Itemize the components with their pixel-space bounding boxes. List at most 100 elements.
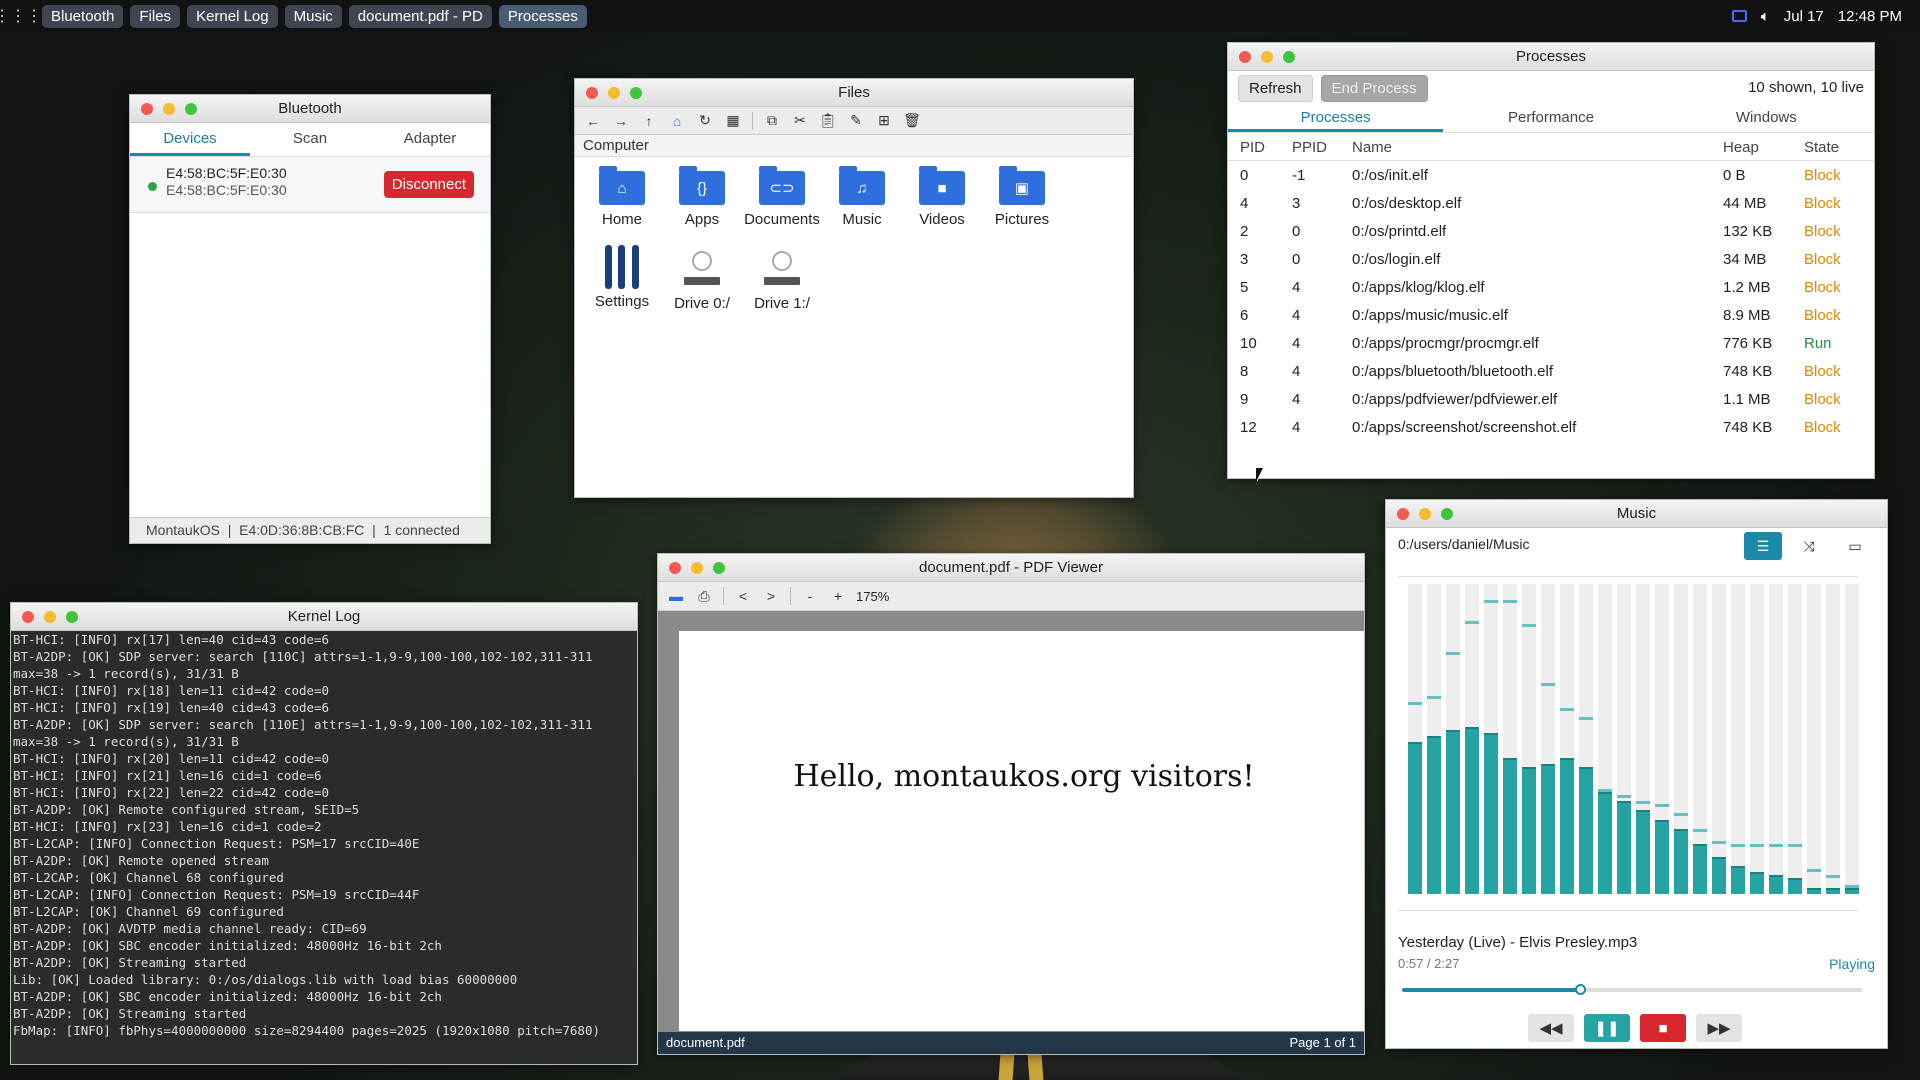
maximize-button[interactable]	[66, 611, 78, 623]
taskbar-music[interactable]: Music	[284, 4, 342, 28]
spectrum-bar	[1427, 584, 1441, 894]
refresh-icon[interactable]: ↻	[693, 110, 717, 132]
new-folder-icon[interactable]: ⊞	[872, 110, 896, 132]
prev-page-button[interactable]: <	[731, 585, 755, 607]
table-row[interactable]: 6 4 0:/apps/music/music.elf 8.9 MB Block	[1228, 301, 1874, 329]
seek-bar[interactable]	[1402, 984, 1862, 995]
close-button[interactable]	[22, 611, 34, 623]
table-row[interactable]: 10 4 0:/apps/procmgr/procmgr.elf 776 KB Run	[1228, 329, 1874, 357]
zoom-out-button[interactable]: -	[798, 585, 822, 607]
refresh-button[interactable]: Refresh	[1238, 74, 1313, 102]
device-row[interactable]: E4:58:BC:5F:E0:30 E4:58:BC:5F:E0:30 Disc…	[130, 157, 490, 213]
taskbar-processes[interactable]: Processes	[498, 4, 587, 28]
col-state[interactable]: State	[1804, 139, 1839, 156]
table-row[interactable]: 0 -1 0:/os/init.elf 0 B Block	[1228, 161, 1874, 189]
table-row[interactable]: 9 4 0:/apps/pdfviewer/pdfviewer.elf 1.1 MB B…	[1228, 385, 1874, 413]
file-item-music[interactable]: ♫ Music	[822, 166, 902, 228]
titlebar[interactable]: Bluetooth	[130, 95, 490, 123]
file-item-home[interactable]: ⌂ Home	[582, 166, 662, 228]
shuffle-icon[interactable]: ⤨	[1790, 532, 1828, 560]
col-ppid[interactable]: PPID	[1292, 139, 1327, 156]
zoom-level: 175%	[856, 588, 890, 604]
equalizer-icon[interactable]: ☰	[1744, 532, 1782, 560]
file-item-drive0[interactable]: Drive 0:/	[662, 249, 742, 312]
zoom-in-button[interactable]: +	[826, 585, 850, 607]
grid-view-icon[interactable]: ▦	[721, 110, 745, 132]
forward-icon[interactable]: →	[609, 110, 633, 132]
close-button[interactable]	[1239, 51, 1251, 63]
minimize-button[interactable]	[44, 611, 56, 623]
table-row[interactable]: 3 0 0:/os/login.elf 34 MB Block	[1228, 245, 1874, 273]
open-folder-icon[interactable]: ▬	[664, 585, 688, 607]
maximize-button[interactable]	[1441, 508, 1453, 520]
pause-icon[interactable]: ❚❚	[1584, 1014, 1630, 1042]
tab-windows[interactable]: Windows	[1659, 105, 1874, 132]
titlebar[interactable]: Processes	[1228, 43, 1874, 71]
display-icon[interactable]	[1731, 10, 1747, 22]
table-row[interactable]: 12 4 0:/apps/screenshot/screenshot.elf 748 …	[1228, 413, 1874, 441]
minimize-button[interactable]	[1261, 51, 1273, 63]
titlebar[interactable]: Music	[1386, 500, 1887, 528]
table-row[interactable]: 4 3 0:/os/desktop.elf 44 MB Block	[1228, 189, 1874, 217]
paste-icon[interactable]: 📋︎	[816, 110, 840, 132]
file-item-drive1[interactable]: Drive 1:/	[742, 249, 822, 312]
cut-icon[interactable]: ✂	[788, 110, 812, 132]
rename-icon[interactable]: ✎	[844, 110, 868, 132]
end-process-button[interactable]: End Process	[1320, 74, 1428, 102]
tab-devices[interactable]: Devices	[130, 123, 250, 156]
titlebar[interactable]: Kernel Log	[11, 603, 637, 631]
minimize-button[interactable]	[163, 103, 175, 115]
log-output[interactable]: BT-HCI: [INFO] rx[17] len=40 cid=43 code…	[11, 631, 637, 1064]
pdf-canvas[interactable]: Hello, montaukos.org visitors!	[658, 611, 1364, 1034]
print-icon[interactable]: ⎙	[692, 585, 716, 607]
col-pid[interactable]: PID	[1240, 139, 1265, 156]
file-item-settings[interactable]: Settings	[582, 245, 662, 310]
col-heap[interactable]: Heap	[1723, 139, 1759, 156]
app-grid-icon[interactable]: ⋮⋮⋮	[0, 6, 42, 26]
spectrum-bar	[1826, 584, 1840, 894]
back-icon[interactable]: ←	[581, 110, 605, 132]
up-icon[interactable]: ↑	[637, 110, 661, 132]
close-button[interactable]	[586, 87, 598, 99]
next-page-button[interactable]: >	[759, 585, 783, 607]
titlebar[interactable]: Files	[575, 79, 1133, 107]
table-row[interactable]: 5 4 0:/apps/klog/klog.elf 1.2 MB Block	[1228, 273, 1874, 301]
maximize-button[interactable]	[713, 562, 725, 574]
file-item-pictures[interactable]: ▣ Pictures	[982, 166, 1062, 228]
taskbar-files[interactable]: Files	[130, 4, 181, 28]
titlebar[interactable]: document.pdf - PDF Viewer	[658, 554, 1364, 582]
file-item-videos[interactable]: ■ Videos	[902, 166, 982, 228]
stop-icon[interactable]: ■	[1640, 1014, 1686, 1042]
col-name[interactable]: Name	[1352, 139, 1392, 156]
table-row[interactable]: 8 4 0:/apps/bluetooth/bluetooth.elf 748 KB B…	[1228, 357, 1874, 385]
copy-icon[interactable]: ⧉	[760, 110, 784, 132]
minimize-button[interactable]	[691, 562, 703, 574]
maximize-button[interactable]	[185, 103, 197, 115]
delete-icon[interactable]: 🗑︎	[900, 110, 924, 132]
minimize-button[interactable]	[1419, 508, 1431, 520]
volume-icon[interactable]: 🔈︎	[1761, 8, 1770, 25]
maximize-button[interactable]	[1283, 51, 1295, 63]
folder-icon[interactable]: ▭	[1836, 532, 1874, 560]
file-item-documents[interactable]: ⊂⊃ Documents	[742, 166, 822, 228]
heap-cell: 748 KB	[1723, 418, 1773, 436]
minimize-button[interactable]	[608, 87, 620, 99]
tab-performance[interactable]: Performance	[1443, 105, 1658, 132]
home-icon[interactable]: ⌂	[665, 110, 689, 132]
table-row[interactable]: 2 0 0:/os/printd.elf 132 KB Block	[1228, 217, 1874, 245]
seek-handle[interactable]	[1575, 984, 1587, 995]
rewind-icon[interactable]: ◀◀	[1528, 1014, 1574, 1042]
tab-adapter[interactable]: Adapter	[370, 123, 490, 156]
close-button[interactable]	[669, 562, 681, 574]
tab-scan[interactable]: Scan	[250, 123, 370, 156]
taskbar-pdf[interactable]: document.pdf - PD	[348, 4, 492, 28]
fast-forward-icon[interactable]: ▶▶	[1696, 1014, 1742, 1042]
taskbar-bluetooth[interactable]: Bluetooth	[42, 4, 124, 28]
close-button[interactable]	[1397, 508, 1409, 520]
file-item-apps[interactable]: {} Apps	[662, 166, 742, 228]
disconnect-button[interactable]: Disconnect	[383, 171, 474, 198]
tab-processes[interactable]: Processes	[1228, 105, 1444, 132]
maximize-button[interactable]	[630, 87, 642, 99]
taskbar-kernel-log[interactable]: Kernel Log	[187, 4, 278, 28]
close-button[interactable]	[141, 103, 153, 115]
